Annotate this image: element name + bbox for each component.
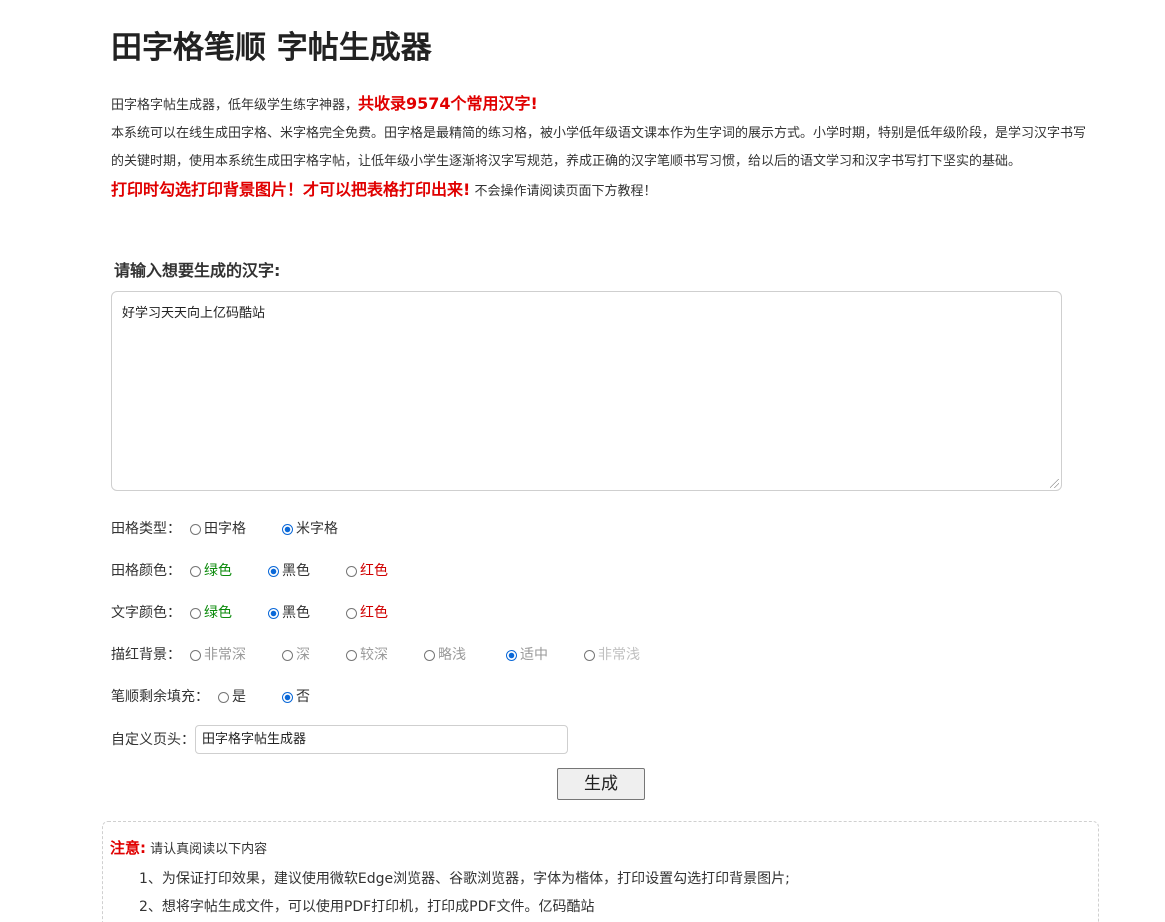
generate-button[interactable]: 生成 [557,768,645,800]
intro-section: 田字格字帖生成器，低年级学生练字神器，共收录9574个常用汉字! 本系统可以在线… [111,90,1093,206]
grid-type-row: 田格类型： 田字格 米字格 [111,519,511,539]
trace-bg-option-very-dark[interactable]: 非常深 [190,645,246,665]
radio-icon[interactable] [190,607,201,619]
custom-header-input[interactable]: 田字格字帖生成器 [195,725,568,754]
text-color-option-green[interactable]: 绿色 [190,603,232,623]
grid-type-label: 田格类型： [111,521,181,537]
stroke-fill-label: 笔顺剩余填充： [111,689,209,705]
trace-bg-option-fairly-dark[interactable]: 较深 [346,645,388,665]
text-color-option-black[interactable]: 黑色 [268,603,310,623]
print-tip: 打印时勾选打印背景图片！才可以把表格打印出来! 不会操作请阅读页面下方教程！ [111,176,1093,206]
grid-color-option-black[interactable]: 黑色 [268,561,310,581]
grid-color-row: 田格颜色： 绿色 黑色 红色 [111,561,511,581]
radio-label: 红色 [360,563,388,579]
text-color-row: 文字颜色： 绿色 黑色 红色 [111,603,511,623]
radio-selected-icon[interactable] [268,607,279,619]
print-tip-note: 不会操作请阅读页面下方教程！ [474,184,657,199]
notice-item: 1、为保证打印效果，建议使用微软Edge浏览器、谷歌浏览器，字体为楷体，打印设置… [139,871,790,887]
radio-icon[interactable] [424,649,435,661]
radio-selected-icon[interactable] [282,691,293,703]
custom-header-value: 田字格字帖生成器 [202,732,307,747]
chars-textarea[interactable]: 好学习天天向上亿码酷站 [111,291,1062,491]
notice-item: 2、想将字帖生成文件，可以使用PDF打印机，打印成PDF文件。亿码酷站 [139,899,595,915]
stroke-fill-option-no[interactable]: 否 [282,687,310,707]
trace-bg-option-slightly-light[interactable]: 略浅 [424,645,466,665]
chars-textarea-value: 好学习天天向上亿码酷站 [122,306,266,321]
intro-emphasis: 共收录9574个常用汉字! [358,94,538,113]
notice-title: 注意: [110,839,146,857]
intro-line: 田字格字帖生成器，低年级学生练字神器，共收录9574个常用汉字! [111,90,1093,120]
radio-label: 深 [296,647,310,663]
radio-icon[interactable] [282,649,293,661]
radio-icon[interactable] [584,649,595,661]
radio-icon[interactable] [218,691,229,703]
radio-icon[interactable] [346,565,357,577]
intro-paragraph: 本系统可以在线生成田字格、米字格完全免费。田字格是最精简的练习格，被小学低年级语… [111,126,1087,169]
page-title: 田字格笔顺 字帖生成器 [111,30,432,66]
radio-icon[interactable] [190,523,201,535]
stroke-fill-row: 笔顺剩余填充： 是 否 [111,687,511,707]
notice-header: 注意: 请认真阅读以下内容 [110,837,267,858]
grid-type-option-tian[interactable]: 田字格 [190,519,246,539]
page: 田字格笔顺 字帖生成器 田字格字帖生成器，低年级学生练字神器，共收录9574个常… [0,0,1165,922]
radio-label: 非常深 [204,647,246,663]
radio-label: 较深 [360,647,388,663]
stroke-fill-option-yes[interactable]: 是 [218,687,246,707]
trace-bg-option-dark[interactable]: 深 [282,645,310,665]
radio-label: 田字格 [204,521,246,537]
radio-label: 黑色 [282,563,310,579]
radio-label: 非常浅 [598,647,640,663]
radio-icon[interactable] [346,649,357,661]
radio-label: 绿色 [204,605,232,621]
trace-bg-row: 描红背景： 非常深 深 较深 略浅 适中 非常浅 [111,645,671,665]
input-label: 请输入想要生成的汉字: [114,261,281,280]
grid-color-option-red[interactable]: 红色 [346,561,388,581]
trace-bg-label: 描红背景： [111,647,181,663]
custom-header-row: 自定义页头： [111,730,201,750]
radio-icon[interactable] [190,565,201,577]
trace-bg-option-medium[interactable]: 适中 [506,645,548,665]
notice-subtitle: 请认真阅读以下内容 [150,842,268,857]
custom-header-label: 自定义页头： [111,732,195,748]
trace-bg-option-very-light[interactable]: 非常浅 [584,645,640,665]
intro-text: 田字格字帖生成器，低年级学生练字神器， [111,98,359,113]
grid-type-option-mi[interactable]: 米字格 [282,519,338,539]
radio-selected-icon[interactable] [282,523,293,535]
radio-label: 红色 [360,605,388,621]
radio-label: 绿色 [204,563,232,579]
radio-selected-icon[interactable] [506,649,517,661]
radio-label: 是 [232,689,246,705]
radio-label: 适中 [520,647,548,663]
radio-label: 黑色 [282,605,310,621]
radio-selected-icon[interactable] [268,565,279,577]
text-color-option-red[interactable]: 红色 [346,603,388,623]
print-tip-emphasis: 打印时勾选打印背景图片！才可以把表格打印出来! [111,180,471,199]
radio-icon[interactable] [190,649,201,661]
resize-grip-icon[interactable] [1050,479,1059,488]
text-color-label: 文字颜色： [111,605,181,621]
radio-label: 略浅 [438,647,466,663]
radio-label: 否 [296,689,310,705]
radio-icon[interactable] [346,607,357,619]
grid-color-option-green[interactable]: 绿色 [190,561,232,581]
radio-label: 米字格 [296,521,338,537]
grid-color-label: 田格颜色： [111,563,181,579]
